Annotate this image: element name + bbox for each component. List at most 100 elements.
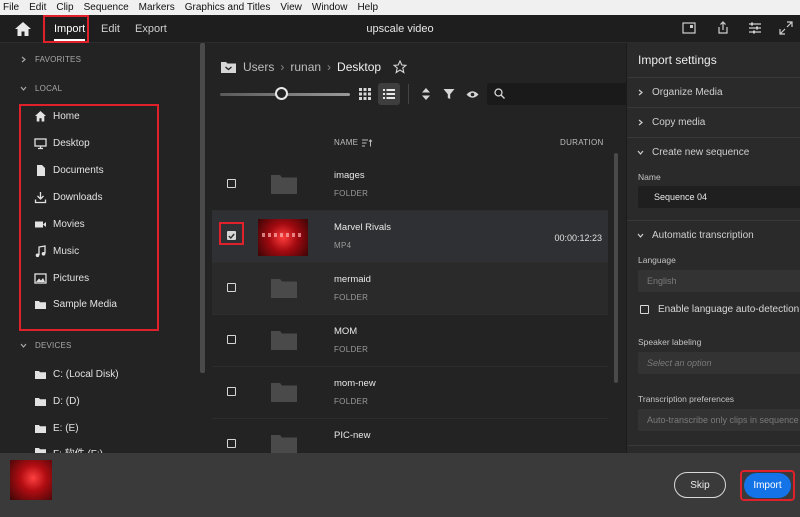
table-row[interactable]: mom-new FOLDER	[212, 367, 608, 419]
file-browser: Users › runan › Desktop NAME DURATION im…	[212, 43, 627, 453]
sidebar-scrollbar[interactable]	[200, 43, 205, 373]
checkbox-box[interactable]	[640, 305, 649, 314]
favorites-section[interactable]: FAVORITES	[20, 55, 81, 64]
breadcrumb-runan[interactable]: runan	[290, 60, 321, 74]
menu-window[interactable]: Window	[307, 0, 353, 15]
search-input[interactable]	[487, 83, 627, 105]
chevron-right-icon	[638, 119, 643, 126]
search-icon	[494, 88, 505, 99]
row-checkbox[interactable]	[227, 439, 236, 448]
column-duration-header[interactable]: DURATION	[560, 138, 604, 147]
share-icon[interactable]	[716, 21, 730, 35]
file-list-scrollbar[interactable]	[614, 153, 618, 383]
fullscreen-icon[interactable]	[779, 21, 793, 35]
sidebar-device-f[interactable]: F: 软件 (F:)	[34, 445, 103, 453]
language-label: Language	[638, 255, 676, 265]
device-label: C: (Local Disk)	[53, 368, 119, 380]
copy-media-section[interactable]: Copy media	[627, 107, 800, 137]
row-name: Marvel Rivals	[334, 222, 392, 233]
slider-handle[interactable]	[275, 87, 288, 100]
row-checkbox[interactable]	[227, 335, 236, 344]
chevron-down-icon	[637, 150, 644, 155]
folder-icon	[271, 383, 297, 402]
filter-button[interactable]	[438, 83, 460, 105]
language-select[interactable]: English	[638, 270, 800, 292]
visibility-button[interactable]	[461, 83, 483, 105]
table-row[interactable]: MOM FOLDER	[212, 315, 608, 367]
folder-icon	[271, 279, 297, 298]
sequence-name-field[interactable]: Sequence 04	[638, 186, 800, 208]
device-label: E: (E)	[53, 422, 79, 434]
row-checkbox[interactable]	[227, 179, 236, 188]
speaker-labeling-select[interactable]: Select an option	[638, 352, 800, 374]
chevron-down-icon	[20, 86, 27, 91]
home-button[interactable]	[13, 20, 33, 38]
organize-media-section[interactable]: Organize Media	[627, 77, 800, 107]
breadcrumb-users[interactable]: Users	[243, 60, 274, 74]
highlight-box-checkbox	[219, 222, 244, 245]
sidebar-device-e[interactable]: E: (E)	[34, 420, 79, 436]
create-sequence-section[interactable]: Create new sequence	[627, 137, 800, 167]
star-icon[interactable]	[393, 60, 408, 74]
tab-edit[interactable]: Edit	[101, 15, 120, 43]
menu-view[interactable]: View	[275, 0, 307, 15]
sort-button[interactable]	[415, 83, 437, 105]
row-type: FOLDER	[334, 397, 369, 406]
home-icon	[15, 22, 31, 36]
table-row[interactable]: Marvel Rivals MP4 00:00:12:23	[212, 211, 608, 263]
local-section[interactable]: LOCAL	[20, 84, 62, 93]
list-view-button[interactable]	[378, 83, 400, 105]
row-checkbox[interactable]	[227, 387, 236, 396]
transcription-preferences-label: Transcription preferences	[638, 394, 735, 404]
speaker-labeling-label: Speaker labeling	[638, 337, 702, 347]
sidebar-device-d[interactable]: D: (D)	[34, 393, 80, 409]
sort-icon	[422, 88, 430, 100]
folder-icon	[271, 435, 297, 453]
menu-file[interactable]: File	[0, 0, 24, 15]
skip-button[interactable]: Skip	[674, 472, 726, 498]
workspace-settings-icon[interactable]	[748, 21, 762, 35]
video-thumbnail	[258, 219, 308, 256]
highlight-box-import-tab	[43, 15, 89, 43]
row-type: FOLDER	[334, 293, 369, 302]
folder-browse-icon[interactable]	[220, 60, 237, 74]
quick-export-icon[interactable]	[682, 21, 696, 35]
local-label: LOCAL	[35, 84, 63, 93]
sequence-name-label: Name	[638, 172, 661, 182]
devices-section[interactable]: DEVICES	[20, 341, 72, 350]
project-title: upscale video	[366, 23, 434, 35]
column-name-header[interactable]: NAME	[334, 138, 373, 147]
menu-graphics-and-titles[interactable]: Graphics and Titles	[180, 0, 276, 15]
table-row[interactable]: mermaid FOLDER	[212, 263, 608, 315]
menu-help[interactable]: Help	[352, 0, 383, 15]
grid-view-button[interactable]	[354, 83, 376, 105]
menu-clip[interactable]: Clip	[51, 0, 78, 15]
chevron-down-icon	[637, 233, 644, 238]
sidebar: FAVORITES LOCAL Home Desktop Documents D…	[0, 43, 207, 453]
table-row[interactable]: images FOLDER	[212, 159, 608, 211]
eye-icon	[466, 90, 478, 98]
row-checkbox[interactable]	[227, 283, 236, 292]
organize-media-label: Organize Media	[652, 87, 723, 98]
row-name: images	[334, 170, 365, 181]
table-row[interactable]: PIC-new	[212, 419, 608, 453]
highlight-box-import-button	[740, 470, 795, 501]
chevron-right-icon	[21, 56, 26, 63]
auto-detect-label: Enable language auto-detection	[658, 304, 800, 315]
automatic-transcription-section[interactable]: Automatic transcription	[627, 220, 800, 250]
breadcrumb-separator: ›	[327, 60, 332, 74]
import-settings-title: Import settings	[638, 53, 717, 67]
copy-media-label: Copy media	[652, 117, 706, 128]
menu-sequence[interactable]: Sequence	[79, 0, 134, 15]
tab-export[interactable]: Export	[135, 15, 167, 43]
breadcrumb-desktop[interactable]: Desktop	[337, 60, 381, 74]
menu-bar: File Edit Clip Sequence Markers Graphics…	[0, 0, 800, 15]
row-name: mom-new	[334, 378, 376, 389]
sidebar-device-c[interactable]: C: (Local Disk)	[34, 366, 119, 382]
menu-markers[interactable]: Markers	[134, 0, 180, 15]
panel-divider	[627, 445, 800, 446]
transcription-preferences-select[interactable]: Auto-transcribe only clips in sequence	[638, 409, 800, 431]
device-label: D: (D)	[53, 395, 80, 407]
menu-edit[interactable]: Edit	[24, 0, 51, 15]
auto-detect-checkbox[interactable]: Enable language auto-detection	[640, 304, 799, 315]
